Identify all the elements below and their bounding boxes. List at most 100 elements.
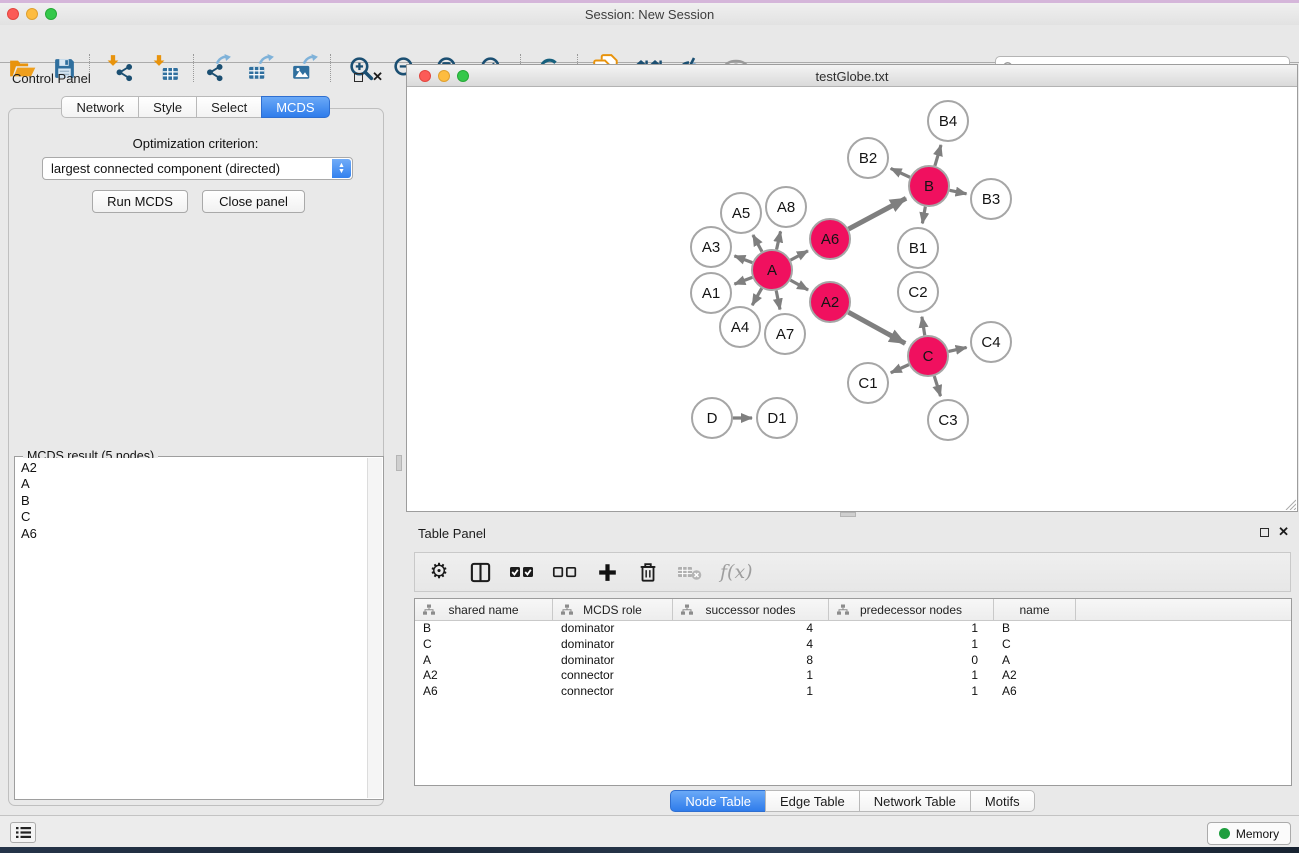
- graph-edge-A2-C[interactable]: [848, 312, 905, 343]
- graph-node-C4[interactable]: C4: [971, 322, 1011, 362]
- column-header-successor-nodes[interactable]: successor nodes: [673, 599, 829, 620]
- close-panel-icon[interactable]: ✕: [372, 72, 383, 82]
- graph-edge-B-B2[interactable]: [891, 168, 910, 177]
- graph-node-A3[interactable]: A3: [691, 227, 731, 267]
- column-header-predecessor-nodes[interactable]: predecessor nodes: [829, 599, 994, 620]
- graph-node-D1[interactable]: D1: [757, 398, 797, 438]
- graph-edge-C-C4[interactable]: [948, 347, 966, 351]
- mcds-result-item[interactable]: C: [21, 509, 367, 525]
- table-row[interactable]: Cdominator41C: [415, 637, 1291, 653]
- show-task-history-button[interactable]: [10, 822, 36, 843]
- select-all-button[interactable]: [509, 558, 535, 586]
- tab-edge-table[interactable]: Edge Table: [765, 790, 860, 812]
- tab-select[interactable]: Select: [196, 96, 262, 118]
- svg-text:A5: A5: [732, 205, 750, 222]
- graph-node-C2[interactable]: C2: [898, 272, 938, 312]
- graph-edge-B-B1[interactable]: [922, 207, 925, 224]
- graph-node-A1[interactable]: A1: [691, 273, 731, 313]
- cell-name: C: [994, 637, 1076, 653]
- graph-edge-A6-B[interactable]: [849, 198, 907, 229]
- graph-edge-A-A8[interactable]: [777, 231, 781, 249]
- graph-node-B1[interactable]: B1: [898, 228, 938, 268]
- run-mcds-button[interactable]: Run MCDS: [92, 190, 188, 213]
- mcds-result-item[interactable]: A: [21, 476, 367, 492]
- graph-edge-C-C3[interactable]: [934, 376, 940, 396]
- table-row[interactable]: Adominator80A: [415, 653, 1291, 669]
- criterion-selected-value: largest connected component (directed): [51, 161, 280, 176]
- graph-edge-A-A2[interactable]: [790, 280, 808, 290]
- graph-edge-B-B4[interactable]: [935, 145, 941, 166]
- tab-network[interactable]: Network: [61, 96, 139, 118]
- mcds-result-list[interactable]: A2ABCA6: [16, 458, 367, 798]
- graph-node-A8[interactable]: A8: [766, 187, 806, 227]
- graph-node-A2[interactable]: A2: [810, 282, 850, 322]
- column-header-label: shared name: [448, 603, 518, 617]
- graph-node-A[interactable]: A: [752, 250, 792, 290]
- close-panel-button[interactable]: Close panel: [202, 190, 305, 213]
- graph-edge-A-A4[interactable]: [752, 288, 761, 305]
- column-header-name[interactable]: name: [994, 599, 1076, 620]
- cell-successor-nodes: 1: [673, 684, 829, 700]
- graph-node-A5[interactable]: A5: [721, 193, 761, 233]
- deselect-all-button[interactable]: [552, 558, 578, 586]
- network-canvas[interactable]: B4 B2 B B3 A5 A8A6 A3 B1 A A1 C2 A2 A4A7 C C4 C1 C3 D D1: [407, 87, 1297, 511]
- column-header-label: name: [1019, 603, 1049, 617]
- graph-node-A4[interactable]: A4: [720, 307, 760, 347]
- tab-motifs[interactable]: Motifs: [970, 790, 1035, 812]
- graph-edge-B-B3[interactable]: [950, 190, 967, 194]
- float-table-panel-icon[interactable]: [1260, 528, 1269, 537]
- graph-node-A7[interactable]: A7: [765, 314, 805, 354]
- network-window-titlebar: testGlobe.txt: [407, 65, 1297, 87]
- memory-button[interactable]: Memory: [1207, 822, 1291, 845]
- table-row[interactable]: A2connector11A2: [415, 668, 1291, 684]
- tab-style[interactable]: Style: [138, 96, 197, 118]
- graph-edge-A-A5[interactable]: [753, 235, 762, 252]
- column-header-shared-name[interactable]: shared name: [415, 599, 553, 620]
- table-header-row: shared name MCDS rolesuccessor nodesprede…: [415, 599, 1291, 621]
- graph-edge-A-A1[interactable]: [734, 277, 752, 284]
- vertical-split-handle[interactable]: [396, 455, 402, 471]
- graph-edge-A-A7[interactable]: [776, 291, 780, 310]
- graph-edge-C-C2[interactable]: [922, 317, 925, 336]
- status-bar: Memory: [0, 815, 1299, 847]
- cell-successor-nodes: 4: [673, 621, 829, 637]
- mcds-result-item[interactable]: A6: [21, 526, 367, 542]
- resize-grip-icon[interactable]: [1283, 497, 1296, 510]
- add-column-button[interactable]: [595, 558, 619, 586]
- graph-edge-C-C1[interactable]: [891, 365, 909, 373]
- cell-mcds-role: connector: [553, 668, 673, 684]
- graph-edge-A-A3[interactable]: [734, 256, 752, 263]
- graph-node-B4[interactable]: B4: [928, 101, 968, 141]
- graph-node-C3[interactable]: C3: [928, 400, 968, 440]
- graph-node-C1[interactable]: C1: [848, 363, 888, 403]
- graph-node-B2[interactable]: B2: [848, 138, 888, 178]
- close-table-panel-icon[interactable]: ✕: [1278, 527, 1289, 537]
- graph-node-B[interactable]: B: [909, 166, 949, 206]
- delete-table-button[interactable]: [677, 558, 703, 586]
- main-toolbar: [0, 25, 1299, 63]
- mcds-result-item[interactable]: B: [21, 493, 367, 509]
- table-settings-button[interactable]: ⚙: [427, 558, 451, 586]
- column-header-mcds-role[interactable]: MCDS role: [553, 599, 673, 620]
- graph-node-C[interactable]: C: [908, 336, 948, 376]
- cell-mcds-role: connector: [553, 684, 673, 700]
- result-scrollbar[interactable]: [367, 458, 382, 798]
- mcds-result-item[interactable]: A2: [21, 460, 367, 476]
- graph-node-A6[interactable]: A6: [810, 219, 850, 259]
- table-row[interactable]: Bdominator41B: [415, 621, 1291, 637]
- graph-edge-A-A6[interactable]: [791, 251, 808, 260]
- tab-node-table[interactable]: Node Table: [670, 790, 766, 812]
- table-row[interactable]: A6connector11A6: [415, 684, 1291, 700]
- float-panel-icon[interactable]: [354, 73, 363, 82]
- cell-mcds-role: dominator: [553, 621, 673, 637]
- graph-node-D[interactable]: D: [692, 398, 732, 438]
- toggle-split-view-button[interactable]: [468, 558, 492, 586]
- delete-column-button[interactable]: [636, 558, 660, 586]
- graph-node-B3[interactable]: B3: [971, 179, 1011, 219]
- horizontal-split-handle[interactable]: [840, 512, 856, 517]
- criterion-dropdown[interactable]: largest connected component (directed) ▲…: [42, 157, 353, 180]
- tab-network-table[interactable]: Network Table: [859, 790, 971, 812]
- svg-text:C2: C2: [908, 284, 927, 301]
- apply-function-button[interactable]: f(x): [720, 558, 753, 586]
- tab-mcds[interactable]: MCDS: [261, 96, 329, 118]
